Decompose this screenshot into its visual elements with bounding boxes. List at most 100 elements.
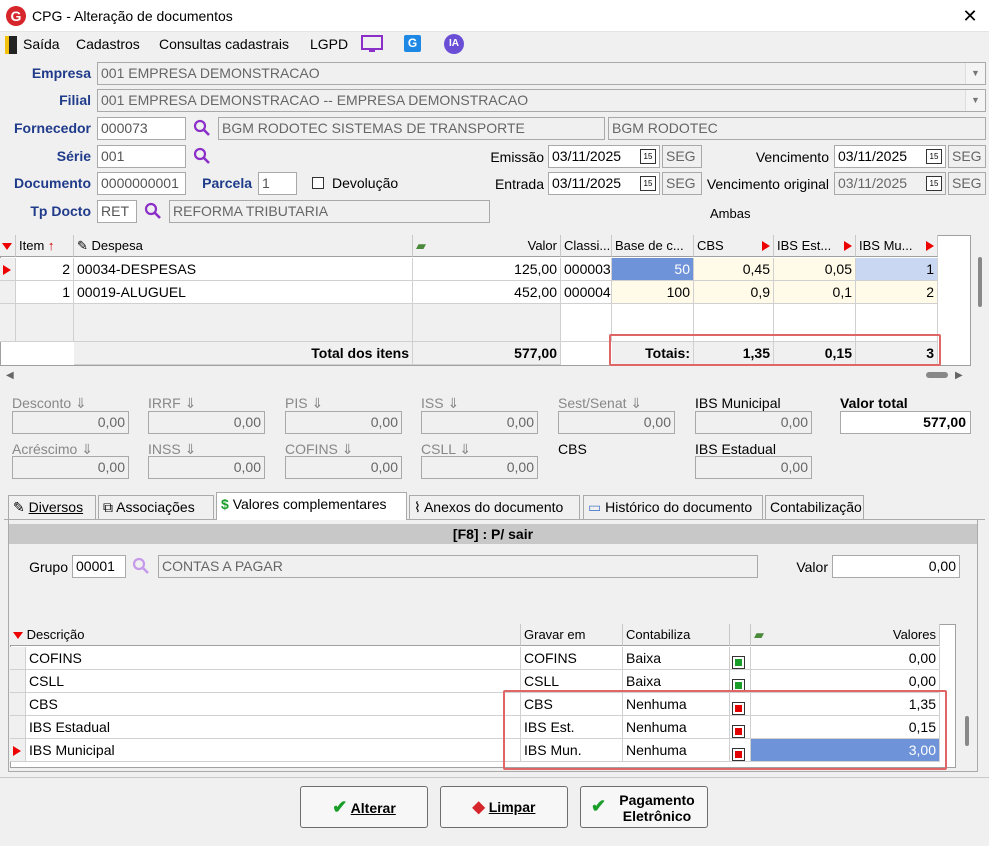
alterar-button[interactable]: ✔ Alterar bbox=[300, 786, 428, 828]
table-cell[interactable]: 125,00 bbox=[413, 258, 561, 281]
fornecedor-code-input[interactable]: 000073 bbox=[97, 117, 186, 140]
tab-anexos[interactable]: ⌇ Anexos do documento bbox=[409, 495, 580, 519]
documento-input[interactable]: 0000000001 bbox=[97, 172, 186, 195]
table-cell[interactable]: CBS bbox=[26, 693, 521, 716]
sort-indicator-icon[interactable] bbox=[0, 235, 16, 257]
table-cell[interactable]: 2 bbox=[856, 281, 938, 304]
valor-input[interactable]: 0,00 bbox=[832, 555, 960, 578]
parcela-input[interactable]: 1 bbox=[258, 172, 297, 195]
limpar-label: Limpar bbox=[488, 799, 536, 815]
expand-arrow-icon[interactable] bbox=[926, 241, 934, 251]
row-header bbox=[0, 304, 16, 342]
chevron-down-icon[interactable]: ▼ bbox=[965, 63, 985, 84]
col-despesa-label: Despesa bbox=[91, 238, 143, 253]
scroll-left-icon[interactable]: ◀ bbox=[6, 370, 14, 381]
table-cell[interactable]: 1 bbox=[856, 258, 938, 281]
search-icon[interactable] bbox=[144, 202, 162, 220]
devolucao-checkbox[interactable] bbox=[312, 177, 324, 189]
col-cbs[interactable]: CBS bbox=[694, 235, 774, 257]
search-icon[interactable] bbox=[193, 147, 211, 165]
table-cell[interactable]: 0,9 bbox=[694, 281, 774, 304]
eletronico-label: Eletrônico bbox=[622, 808, 692, 824]
expand-arrow-icon[interactable] bbox=[844, 241, 852, 251]
col-classi[interactable]: Classi... bbox=[561, 235, 612, 257]
menu-saida[interactable]: Saída bbox=[23, 36, 60, 52]
col-valores[interactable]: ▰ Valores bbox=[751, 624, 940, 646]
pin-icon: ⇓ bbox=[447, 395, 460, 411]
empresa-select[interactable]: 001 EMPRESA DEMONSTRACAO ▼ bbox=[97, 62, 986, 85]
table-cell[interactable]: IBS Estadual bbox=[26, 716, 521, 739]
search-icon[interactable] bbox=[193, 119, 211, 137]
menu-cadastros[interactable]: Cadastros bbox=[76, 36, 140, 52]
table-cell[interactable]: 000003 bbox=[561, 258, 612, 281]
scroll-right-icon[interactable]: ▶ bbox=[955, 370, 963, 381]
exit-door-icon[interactable] bbox=[5, 36, 17, 54]
pis-label: PIS ⇓ bbox=[285, 395, 324, 411]
table-cell[interactable]: CSLL bbox=[26, 670, 521, 693]
col-ibsmun[interactable]: IBS Mu... bbox=[856, 235, 938, 257]
col-descricao[interactable]: Descrição bbox=[10, 624, 521, 646]
table-cell[interactable]: 0,00 bbox=[751, 647, 940, 670]
col-gravar[interactable]: Gravar em bbox=[521, 624, 623, 646]
filial-select[interactable]: 001 EMPRESA DEMONSTRACAO -- EMPRESA DEMO… bbox=[97, 89, 986, 112]
scrollbar-thumb[interactable] bbox=[926, 372, 948, 378]
tab-associacoes[interactable]: ⧉ Associações bbox=[98, 495, 214, 519]
table-cell[interactable]: 000004 bbox=[561, 281, 612, 304]
pagamento-eletronico-button[interactable]: ✔ Pagamento Eletrônico bbox=[580, 786, 708, 828]
limpar-button[interactable]: ◆ Limpar bbox=[440, 786, 568, 828]
calendar-icon[interactable]: 15 bbox=[640, 149, 656, 164]
col-valor[interactable]: ▰ Valor bbox=[413, 235, 561, 257]
col-base[interactable]: Base de c... bbox=[612, 235, 694, 257]
col-item[interactable]: Item ↑ bbox=[16, 235, 74, 257]
table-cell[interactable]: 0,05 bbox=[774, 258, 856, 281]
vencimento-date-input[interactable]: 03/11/2025 15 bbox=[834, 145, 946, 168]
chevron-down-icon[interactable]: ▼ bbox=[965, 90, 985, 111]
calendar-icon[interactable]: 15 bbox=[926, 149, 942, 164]
g-app-icon[interactable]: G bbox=[404, 35, 421, 52]
paperclip-icon: ⌇ bbox=[414, 499, 421, 515]
table-cell-selected[interactable]: 50 bbox=[612, 258, 694, 281]
ia-icon[interactable]: IA bbox=[444, 34, 464, 54]
tab-historico[interactable]: ▭ Histórico do documento bbox=[583, 495, 763, 519]
vertical-scrollbar[interactable] bbox=[958, 624, 976, 768]
calendar-icon[interactable]: 15 bbox=[640, 176, 656, 191]
table-cell[interactable]: 1 bbox=[16, 281, 74, 304]
grupo-code-input[interactable]: 00001 bbox=[72, 555, 126, 578]
table-cell[interactable]: COFINS bbox=[26, 647, 521, 670]
table-cell[interactable]: 0,1 bbox=[774, 281, 856, 304]
serie-input[interactable]: 001 bbox=[97, 145, 186, 168]
col-despesa[interactable]: ✎ Despesa bbox=[74, 235, 413, 257]
tab-contabilizacao[interactable]: Contabilização bbox=[765, 495, 864, 519]
scrollbar-thumb[interactable] bbox=[978, 257, 982, 307]
entrada-date-input[interactable]: 03/11/2025 15 bbox=[548, 172, 660, 195]
table-cell[interactable]: 100 bbox=[612, 281, 694, 304]
tab-valores-complementares[interactable]: $ Valores complementares bbox=[216, 492, 407, 520]
vertical-scrollbar[interactable] bbox=[972, 235, 989, 366]
col-flag[interactable] bbox=[730, 624, 751, 646]
entrada-label: Entrada bbox=[494, 176, 544, 192]
monitor-icon[interactable] bbox=[361, 34, 383, 54]
expand-arrow-icon[interactable] bbox=[762, 241, 770, 251]
row-pointer-icon bbox=[10, 739, 26, 762]
table-cell[interactable]: COFINS bbox=[521, 647, 623, 670]
tab-diversos[interactable]: ✎ Diversos bbox=[8, 495, 96, 519]
table-cell[interactable]: 2 bbox=[16, 258, 74, 281]
table-cell[interactable] bbox=[730, 647, 751, 670]
table-cell[interactable]: Baixa bbox=[623, 647, 730, 670]
table-cell[interactable]: 452,00 bbox=[413, 281, 561, 304]
col-ibsest[interactable]: IBS Est... bbox=[774, 235, 856, 257]
scrollbar-thumb[interactable] bbox=[965, 716, 969, 746]
status-fill bbox=[735, 681, 742, 689]
search-icon[interactable] bbox=[132, 557, 150, 575]
tpdocto-code-input[interactable]: RET bbox=[97, 200, 137, 223]
menu-lgpd[interactable]: LGPD bbox=[310, 36, 348, 52]
table-cell[interactable]: IBS Municipal bbox=[26, 739, 521, 762]
menu-consultas[interactable]: Consultas cadastrais bbox=[159, 36, 289, 52]
col-contabiliza[interactable]: Contabiliza bbox=[623, 624, 730, 646]
horizontal-scrollbar[interactable]: ◀ ▶ bbox=[0, 366, 971, 384]
table-cell[interactable]: 00034-DESPESAS bbox=[74, 258, 413, 281]
close-icon[interactable]: ✕ bbox=[955, 4, 985, 28]
emissao-date-input[interactable]: 03/11/2025 15 bbox=[548, 145, 660, 168]
table-cell[interactable]: 0,45 bbox=[694, 258, 774, 281]
table-cell[interactable]: 00019-ALUGUEL bbox=[74, 281, 413, 304]
